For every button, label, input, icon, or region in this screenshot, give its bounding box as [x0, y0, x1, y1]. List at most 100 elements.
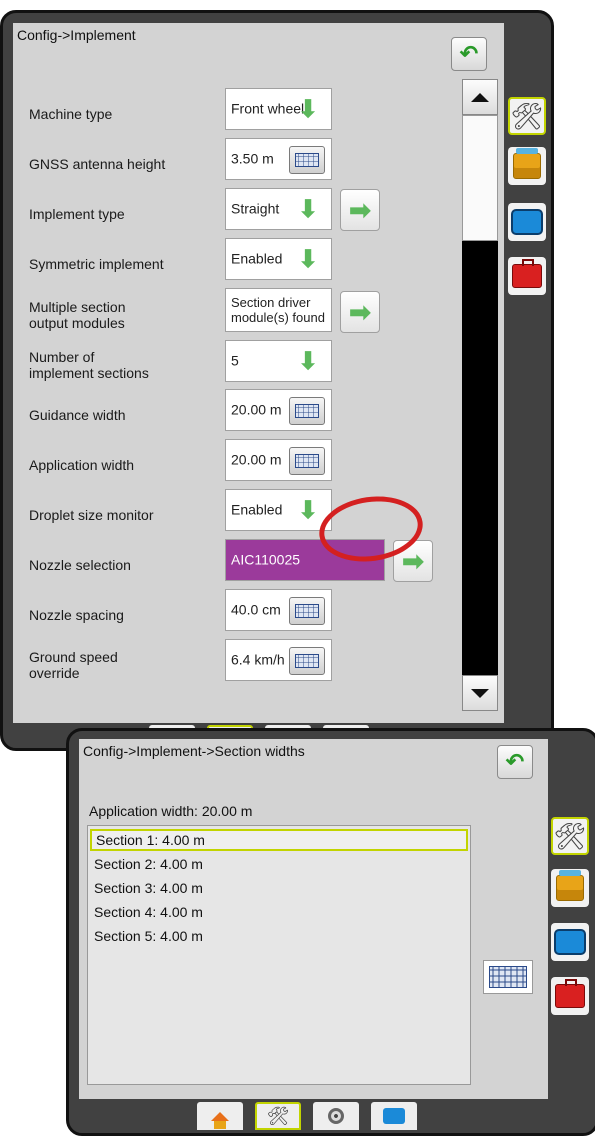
ground-speed-override-label: Ground speed override — [29, 649, 118, 681]
keyboard-icon — [295, 404, 319, 418]
droplet-size-monitor-label: Droplet size monitor — [29, 507, 154, 523]
tools-icon: 🛠 — [510, 100, 544, 131]
back-arrow-icon: ↶ — [459, 41, 479, 66]
side-tab-display[interactable] — [551, 923, 589, 961]
side-tab-storage[interactable] — [551, 869, 589, 907]
application-width-value: 20.00 m — [231, 451, 282, 468]
implement-type-field[interactable]: Straight ⬇ — [225, 188, 332, 230]
droplet-size-monitor-value: Enabled — [231, 501, 283, 518]
symmetric-implement-dropdown-button[interactable]: ⬇ — [289, 242, 327, 276]
implement-type-label: Implement type — [29, 206, 125, 222]
application-width-label: Application width — [29, 457, 135, 473]
side-tab-tools[interactable]: 🛠 — [508, 97, 546, 135]
application-width-summary: Application width: 20.00 m — [89, 803, 253, 819]
download-arrow-icon: ⬇ — [297, 245, 319, 273]
implement-screen: Config->Implement ↶ Machine type Front w… — [13, 23, 504, 723]
section-item-2[interactable]: Section 2: 4.00 m — [90, 853, 468, 875]
symmetric-implement-field[interactable]: Enabled ⬇ — [225, 238, 332, 280]
display-icon — [554, 929, 586, 955]
number-of-implement-sections-label: Number of implement sections — [29, 349, 149, 381]
guidance-width-keyboard-button[interactable] — [289, 397, 325, 425]
guidance-width-field[interactable]: 20.00 m — [225, 389, 332, 431]
tools-icon: 🛠 — [553, 820, 587, 851]
nozzle-spacing-value: 40.0 cm — [231, 601, 281, 618]
machine-type-label: Machine type — [29, 106, 113, 122]
back-button[interactable]: ↶ — [451, 37, 487, 71]
download-arrow-icon: ⬇ — [297, 95, 319, 123]
page-title: Config->Implement — [17, 27, 136, 43]
multiple-section-output-modules-value: Section driver module(s) found — [231, 295, 325, 325]
toolbox-icon — [512, 259, 542, 288]
side-tab-toolbox[interactable] — [551, 977, 589, 1015]
download-arrow-icon: ⬇ — [297, 496, 319, 524]
right-arrow-icon: ➡ — [349, 194, 371, 225]
number-of-implement-sections-value: 5 — [231, 352, 239, 369]
symmetric-implement-value: Enabled — [231, 250, 283, 267]
layers-icon — [383, 1108, 405, 1124]
section-list[interactable]: Section 1: 4.00 m Section 2: 4.00 m Sect… — [87, 825, 471, 1085]
ground-speed-override-field[interactable]: 6.4 km/h — [225, 639, 332, 681]
droplet-size-monitor-field[interactable]: Enabled ⬇ — [225, 489, 332, 531]
gnss-antenna-height-label: GNSS antenna height — [29, 156, 166, 172]
download-arrow-icon: ⬇ — [297, 195, 319, 223]
back-button[interactable]: ↶ — [497, 745, 533, 779]
tools-icon: 🛠 — [266, 1105, 290, 1126]
bottom-tab-guidance[interactable] — [313, 1102, 359, 1130]
target-icon — [328, 1108, 344, 1124]
gnss-antenna-height-field[interactable]: 3.50 m — [225, 138, 332, 180]
multiple-section-output-modules-next-button[interactable]: ➡ — [340, 291, 380, 333]
edit-keyboard-button[interactable] — [483, 960, 533, 994]
gnss-antenna-height-keyboard-button[interactable] — [289, 146, 325, 174]
ground-speed-override-keyboard-button[interactable] — [289, 647, 325, 675]
bottom-tab-data[interactable] — [371, 1102, 417, 1130]
bottom-nav: 🛠 — [197, 1102, 417, 1130]
keyboard-icon — [295, 153, 319, 167]
download-arrow-icon: ⬇ — [297, 347, 319, 375]
right-arrow-icon: ➡ — [349, 296, 371, 327]
nozzle-selection-value: AIC110025 — [231, 551, 301, 568]
scroll-down-button[interactable] — [462, 675, 498, 711]
nozzle-spacing-keyboard-button[interactable] — [289, 597, 325, 625]
gnss-antenna-height-value: 3.50 m — [231, 150, 274, 167]
side-tab-storage[interactable] — [508, 147, 546, 185]
scroll-up-button[interactable] — [462, 79, 498, 115]
keyboard-icon — [295, 454, 319, 468]
symmetric-implement-label: Symmetric implement — [29, 256, 164, 272]
multiple-section-output-modules-field: Section driver module(s) found — [225, 288, 332, 332]
guidance-width-label: Guidance width — [29, 407, 126, 423]
section-item-5[interactable]: Section 5: 4.00 m — [90, 925, 468, 947]
side-tab-tools[interactable]: 🛠 — [551, 817, 589, 855]
nozzle-spacing-field[interactable]: 40.0 cm — [225, 589, 332, 631]
guidance-width-value: 20.00 m — [231, 401, 282, 418]
scrollbar[interactable] — [462, 79, 498, 711]
section-item-3[interactable]: Section 3: 4.00 m — [90, 877, 468, 899]
bottom-tab-config[interactable]: 🛠 — [255, 1102, 301, 1130]
side-tab-toolbox[interactable] — [508, 257, 546, 295]
nozzle-spacing-label: Nozzle spacing — [29, 607, 124, 623]
keyboard-icon — [489, 966, 527, 988]
nozzle-selection-label: Nozzle selection — [29, 557, 131, 573]
section-item-1[interactable]: Section 1: 4.00 m — [90, 829, 468, 851]
section-widths-window: Config->Implement->Section widths ↶ Appl… — [66, 728, 595, 1136]
keyboard-icon — [295, 604, 319, 618]
drawer-icon — [556, 870, 584, 901]
side-tab-display[interactable] — [508, 203, 546, 241]
back-arrow-icon: ↶ — [505, 749, 525, 774]
display-icon — [511, 209, 543, 235]
toolbox-icon — [555, 979, 585, 1008]
number-of-implement-sections-dropdown-button[interactable]: ⬇ — [289, 344, 327, 378]
number-of-implement-sections-field[interactable]: 5 ⬇ — [225, 340, 332, 382]
machine-type-field[interactable]: Front wheel ⬇ — [225, 88, 332, 130]
implement-type-dropdown-button[interactable]: ⬇ — [289, 192, 327, 226]
scroll-thumb[interactable] — [462, 115, 498, 241]
chevron-up-icon — [471, 92, 489, 102]
section-item-4[interactable]: Section 4: 4.00 m — [90, 901, 468, 923]
bottom-tab-home[interactable] — [197, 1102, 243, 1130]
implement-type-next-button[interactable]: ➡ — [340, 189, 380, 231]
home-icon — [211, 1111, 229, 1129]
page-title: Config->Implement->Section widths — [83, 743, 305, 759]
application-width-field[interactable]: 20.00 m — [225, 439, 332, 481]
section-widths-screen: Config->Implement->Section widths ↶ Appl… — [79, 739, 548, 1099]
application-width-keyboard-button[interactable] — [289, 447, 325, 475]
machine-type-dropdown-button[interactable]: ⬇ — [289, 92, 327, 126]
